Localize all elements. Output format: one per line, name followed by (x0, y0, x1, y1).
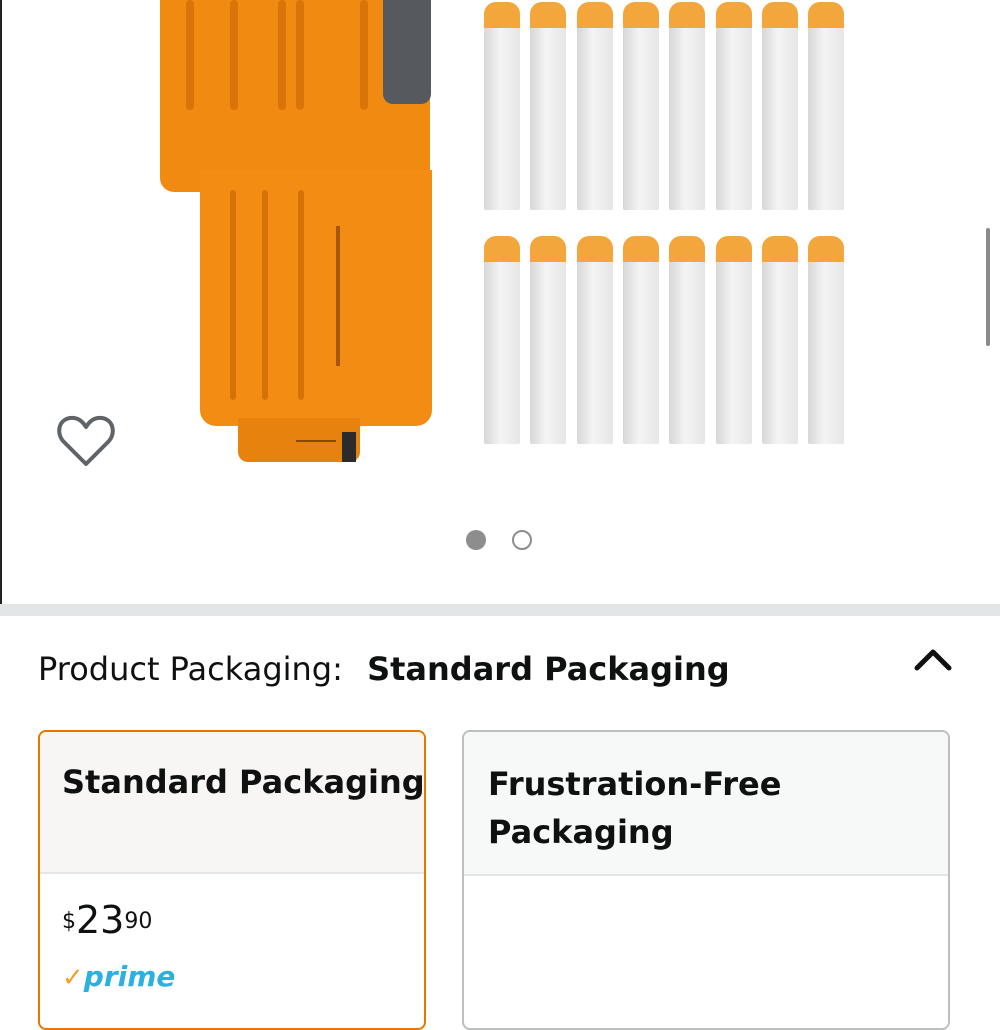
prime-label: prime (83, 960, 176, 993)
option-price: $2390 (62, 900, 152, 940)
foam-dart (808, 2, 845, 210)
carousel-dot-1[interactable] (466, 530, 486, 550)
foam-dart (715, 236, 752, 444)
price-symbol: $ (62, 909, 76, 934)
foam-dart (530, 236, 567, 444)
foam-dart (808, 236, 845, 444)
option-title: Frustration-Free Packaging (488, 765, 782, 851)
foam-dart (484, 236, 520, 444)
heart-outline-icon[interactable] (56, 412, 116, 470)
product-image[interactable] (0, 0, 1000, 500)
option-card-header: Standard Packaging (40, 732, 424, 874)
magazine-body (200, 170, 432, 426)
magazine-base (238, 418, 360, 462)
packaging-option-frustration-free[interactable]: Frustration-Free Packaging (462, 730, 950, 1030)
packaging-label: Product Packaging: (38, 650, 343, 688)
foam-dart (715, 2, 752, 210)
foam-dart (669, 2, 706, 210)
prime-badge: ✓prime (62, 960, 175, 994)
foam-dart (576, 236, 613, 444)
option-card-header: Frustration-Free Packaging (464, 732, 948, 876)
chevron-up-icon[interactable] (912, 644, 954, 674)
foam-dart (530, 2, 567, 210)
price-whole: 23 (76, 898, 125, 942)
packaging-option-standard[interactable]: Standard Packaging $2390 ✓prime (38, 730, 426, 1030)
foam-dart (484, 2, 520, 210)
foam-dart (669, 236, 706, 444)
magazine-latch (383, 0, 431, 104)
foam-dart (576, 2, 613, 210)
foam-dart (622, 236, 659, 444)
section-divider (0, 604, 1000, 616)
packaging-selected-value: Standard Packaging (367, 650, 730, 688)
option-title: Standard Packaging (62, 763, 425, 801)
price-fraction: 90 (124, 909, 153, 934)
carousel-dot-2[interactable] (512, 530, 532, 550)
foam-dart (761, 2, 798, 210)
foam-dart (761, 236, 798, 444)
prime-check-icon: ✓ (62, 963, 84, 993)
foam-dart (622, 2, 659, 210)
packaging-selector-header[interactable]: Product Packaging: Standard Packaging (38, 646, 730, 692)
